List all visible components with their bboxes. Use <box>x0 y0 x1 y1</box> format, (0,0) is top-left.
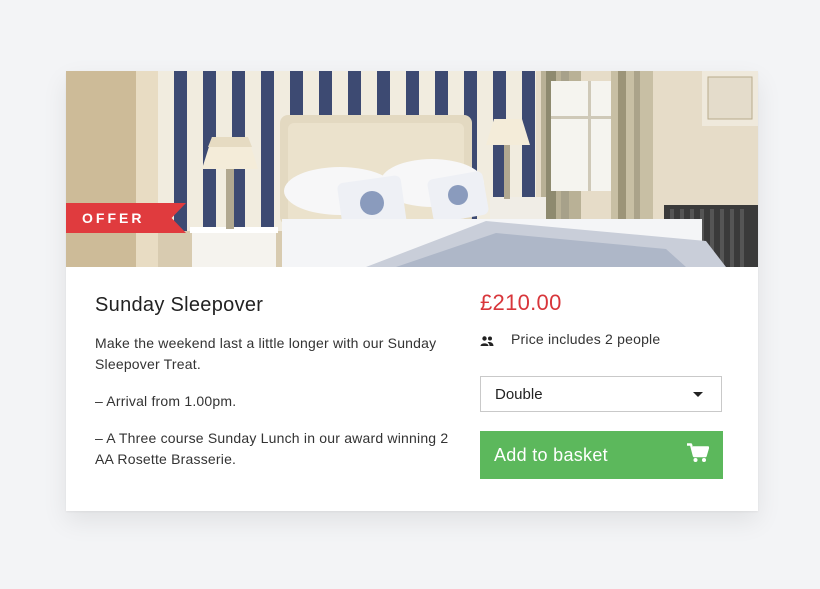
hero-image-bedroom <box>66 71 758 267</box>
offer-card: OFFER Sunday Sleepover Make the weekend … <box>66 71 758 511</box>
people-icon <box>480 333 496 346</box>
room-type-selected: Double <box>495 385 543 403</box>
offer-badge-label: OFFER <box>82 210 145 226</box>
shopping-cart-icon <box>687 442 710 468</box>
add-to-basket-button[interactable]: Add to basket <box>480 431 723 479</box>
price: £210.00 <box>480 290 562 315</box>
offer-badge: OFFER <box>66 203 186 233</box>
description-paragraph: – A Three course Sunday Lunch in our awa… <box>95 430 449 467</box>
price-note: Price includes 2 people <box>480 331 660 347</box>
add-to-basket-label: Add to basket <box>494 444 608 465</box>
price-note-text: Price includes 2 people <box>511 331 661 347</box>
description-paragraph: Make the weekend last a little longer wi… <box>95 335 437 372</box>
offer-title: Sunday Sleepover <box>95 294 264 316</box>
offer-description: Make the weekend last a little longer wi… <box>95 333 455 486</box>
description-paragraph: – Arrival from 1.00pm. <box>95 393 237 409</box>
room-type-select[interactable]: Double <box>480 376 722 412</box>
chevron-down-icon <box>693 391 703 397</box>
